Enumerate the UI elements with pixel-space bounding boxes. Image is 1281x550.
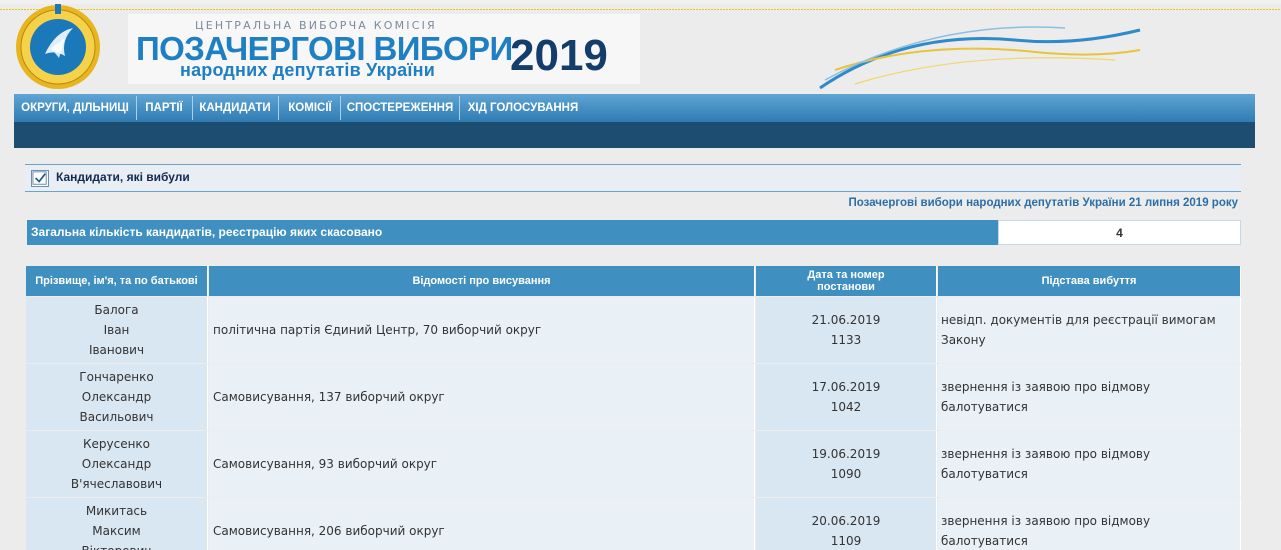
summary-label: Загальна кількість кандидатів, реєстраці… (27, 220, 998, 245)
cell-date: 17.06.2019 1042 (756, 364, 937, 430)
nav-parties[interactable]: ПАРТІЇ (140, 94, 188, 122)
resolution-date: 21.06.2019 (811, 313, 881, 327)
election-caption: Позачергові вибори народних депутатів Ук… (848, 197, 1238, 209)
header-reason: Підстава вибуття (938, 266, 1241, 296)
first-name: Іван (103, 323, 130, 337)
patronymic: Вікторович (81, 541, 151, 550)
cell-reason: звернення із заявою про відмову балотува… (938, 498, 1241, 550)
surname: Керусенко (82, 437, 151, 451)
section-title: Кандидати, які вибули (56, 170, 190, 184)
cell-reason: невідп. документів для реєстрації вимога… (938, 297, 1241, 363)
cell-reason: звернення із заявою про відмову балотува… (938, 431, 1241, 497)
resolution-date: 20.06.2019 (811, 514, 881, 528)
sub-nav-bar (14, 122, 1255, 148)
nav-candidates[interactable]: КАНДИДАТИ (197, 94, 273, 122)
cell-info: Самовисування, 93 виборчий округ (209, 431, 755, 497)
cell-info: Самовисування, 137 виборчий округ (209, 364, 755, 430)
election-year: 2019 (510, 31, 608, 80)
surname: Гончаренко (79, 370, 154, 384)
header-info: Відомості про висування (209, 266, 755, 296)
resolution-number: 1109 (830, 534, 862, 548)
cell-date: 21.06.2019 1133 (756, 297, 937, 363)
first-name: Олександр (81, 457, 152, 471)
cvk-emblem-icon[interactable] (15, 4, 101, 90)
cell-name: Микитась Максим Вікторович (26, 498, 208, 550)
section-top-line (25, 164, 1241, 165)
summary-value: 4 (998, 220, 1241, 245)
patronymic: Васильович (79, 410, 154, 424)
patronymic: В'ячеславович (70, 477, 163, 491)
nav-commissions[interactable]: КОМІСІЇ (282, 94, 338, 122)
cell-info: Самовисування, 206 виборчий округ (209, 498, 755, 550)
section-header (25, 166, 1241, 191)
header-date-line2: постанови (817, 281, 875, 293)
election-subtitle: народних депутатів України (180, 60, 435, 80)
checkbox-icon (31, 170, 49, 187)
cell-date: 20.06.2019 1109 (756, 498, 937, 550)
patronymic: Іванович (88, 343, 145, 357)
table-row: Керусенко Олександр В'ячеславович Самови… (26, 431, 1241, 498)
surname: Балога (94, 303, 139, 317)
header-date: Дата та номер постанови (756, 266, 937, 296)
cell-date: 19.06.2019 1090 (756, 431, 937, 497)
main-nav: ОКРУГИ, ДІЛЬНИЦІ ПАРТІЇ КАНДИДАТИ КОМІСІ… (14, 94, 1255, 122)
cell-name: Балога Іван Іванович (26, 297, 208, 363)
nav-observation[interactable]: СПОСТЕРЕЖЕННЯ (344, 94, 456, 122)
decorative-swoosh (819, 26, 1141, 90)
surname: Микитась (85, 504, 148, 518)
table-row: Гончаренко Олександр Васильович Самовису… (26, 364, 1241, 431)
resolution-date: 17.06.2019 (811, 380, 881, 394)
cell-name: Керусенко Олександр В'ячеславович (26, 431, 208, 497)
section-bottom-line (25, 191, 1241, 192)
table-row: Балога Іван Іванович політична партія Єд… (26, 297, 1241, 364)
resolution-number: 1042 (830, 400, 862, 414)
header-date-line1: Дата та номер (807, 269, 885, 281)
site-header: ЦЕНТРАЛЬНА ВИБОРЧА КОМІСІЯ ПОЗАЧЕРГОВІ В… (0, 0, 1281, 92)
nav-districts[interactable]: ОКРУГИ, ДІЛЬНИЦІ (20, 94, 130, 122)
nav-voting-progress[interactable]: ХІД ГОЛОСУВАННЯ (463, 94, 583, 122)
resolution-number: 1133 (830, 333, 862, 347)
table-header: Прізвище, ім'я, та по батькові Відомості… (26, 266, 1241, 296)
first-name: Олександр (81, 390, 152, 404)
resolution-number: 1090 (830, 467, 862, 481)
resolution-date: 19.06.2019 (811, 447, 881, 461)
cell-reason: звернення із заявою про відмову балотува… (938, 364, 1241, 430)
first-name: Максим (92, 524, 141, 538)
table-row: Микитась Максим Вікторович Самовисування… (26, 498, 1241, 550)
header-name: Прізвище, ім'я, та по батькові (26, 266, 208, 296)
cell-name: Гончаренко Олександр Васильович (26, 364, 208, 430)
cell-info: політична партія Єдиний Центр, 70 виборч… (209, 297, 755, 363)
